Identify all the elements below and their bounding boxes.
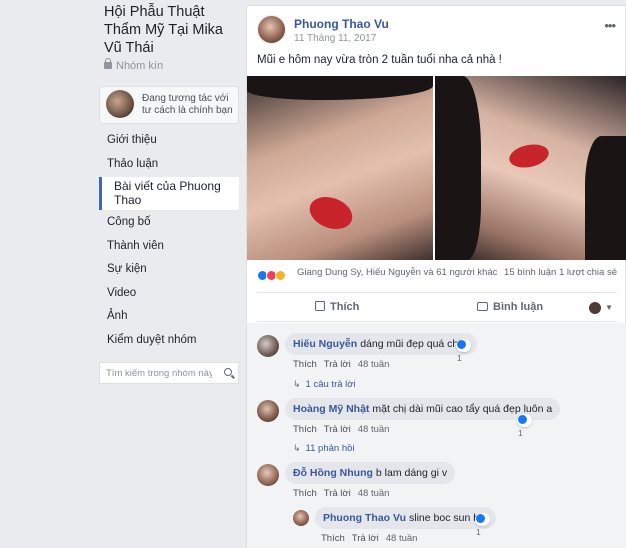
comment-meta: Thích Trả lời 48 tuần: [321, 533, 424, 544]
comments-list: Hiếu Nguyễn dáng mũi đẹp quá chị ạ 1 Thíc…: [247, 323, 626, 548]
view-replies-label: 1 câu trả lời: [305, 379, 356, 390]
more-options-icon[interactable]: •••: [604, 18, 616, 33]
author-avatar[interactable]: [257, 15, 286, 44]
nav-item-photos[interactable]: Ảnh: [99, 305, 239, 329]
group-sidebar: Hội Phẫu Thuật Thẩm Mỹ Tại Mika Vũ Thái …: [0, 0, 240, 548]
comment-time[interactable]: 48 tuần: [386, 533, 418, 544]
comment-reaction-count[interactable]: 1: [475, 513, 490, 537]
reply-arrow-icon: ↳: [293, 443, 301, 453]
like-reaction-icon: [518, 415, 527, 424]
action-bar: Thích Bình luận ▼: [257, 292, 617, 322]
group-privacy-label: Nhóm kín: [116, 60, 164, 72]
photo-hair-right: [585, 136, 626, 260]
comment-icon: [477, 302, 488, 311]
comment-author[interactable]: Hiếu Nguyễn: [293, 338, 357, 350]
avatar[interactable]: [257, 464, 279, 486]
reaction-names[interactable]: Giang Dung Sy, Hiếu Nguyễn và 61 người k…: [297, 267, 497, 278]
chevron-down-icon[interactable]: ▼: [605, 303, 613, 312]
post-photo-2[interactable]: [435, 76, 626, 260]
reactions-bar: Giang Dung Sy, Hiếu Nguyễn và 61 người k…: [247, 265, 626, 283]
avatar[interactable]: [257, 335, 279, 357]
like-reaction-icon: [457, 340, 466, 349]
avatar[interactable]: [293, 510, 309, 526]
reaction-count: 1: [457, 353, 462, 363]
group-title[interactable]: Hội Phẫu Thuật Thẩm Mỹ Tại Mika Vũ Thái: [104, 3, 238, 57]
reaction-icons[interactable]: [257, 267, 286, 285]
comment-time[interactable]: 48 tuần: [358, 488, 390, 499]
comment-like-link[interactable]: Thích: [321, 533, 345, 544]
reaction-count: 1: [518, 428, 523, 438]
comment-time[interactable]: 48 tuần: [358, 424, 390, 435]
view-replies-link[interactable]: ↳ 11 phản hồi: [293, 443, 355, 454]
nav-item-user-posts[interactable]: Bài viết của Phuong Thao: [99, 177, 239, 210]
avatar[interactable]: [257, 400, 279, 422]
comment-like-link[interactable]: Thích: [293, 488, 317, 499]
comment-author[interactable]: Đỗ Hồng Nhung: [293, 467, 373, 479]
comment-reply-link[interactable]: Trả lời: [324, 488, 351, 499]
post-timestamp[interactable]: 11 Tháng 11, 2017: [294, 33, 376, 44]
comment-bubble: Hiếu Nguyễn dáng mũi đẹp quá chị ạ: [285, 333, 478, 355]
view-replies-label: 11 phản hồi: [305, 443, 355, 454]
comment-meta: Thích Trả lời 48 tuần: [293, 359, 396, 370]
comment-reply-link[interactable]: Trả lời: [324, 359, 351, 370]
photo-hair: [247, 76, 433, 100]
like-button[interactable]: Thích: [315, 301, 359, 313]
post-author[interactable]: Phuong Thao Vu: [294, 17, 389, 31]
group-privacy: Nhóm kín: [104, 58, 164, 72]
comment-label: Bình luận: [493, 301, 544, 313]
photo-lips: [507, 141, 551, 171]
like-reaction-icon: [476, 514, 485, 523]
nav-item-about[interactable]: Giới thiệu: [99, 129, 239, 153]
comment-bubble: Đỗ Hồng Nhung b lam dáng gi v: [285, 462, 456, 484]
comment-reply-link[interactable]: Trả lời: [324, 424, 351, 435]
nav-item-announcements[interactable]: Công bố: [99, 211, 239, 235]
comment-bubble: Phuong Thao Vu sline boc sun b a: [315, 507, 496, 529]
comment-button[interactable]: Bình luận: [477, 301, 543, 313]
nav-item-events[interactable]: Sự kiện: [99, 258, 239, 282]
comment-like-link[interactable]: Thích: [293, 359, 317, 370]
nav-item-members[interactable]: Thành viên: [99, 235, 239, 259]
acting-as-box[interactable]: Đang tương tác với tư cách là chính bạn: [99, 86, 239, 124]
comment-meta: Thích Trả lời 48 tuần: [293, 424, 396, 435]
comment-text: dáng mũi đẹp quá chị ạ: [360, 338, 470, 350]
nav-item-video[interactable]: Video: [99, 282, 239, 306]
comment-like-link[interactable]: Thích: [293, 424, 317, 435]
photo-hair-left: [435, 76, 481, 260]
thumbs-up-icon: [315, 301, 325, 311]
group-nav: Giới thiệu Thảo luận Bài viết của Phuong…: [99, 129, 239, 352]
comment-reaction-count[interactable]: 1: [517, 414, 532, 438]
reply-arrow-icon: ↳: [293, 379, 301, 389]
comment-time[interactable]: 48 tuần: [358, 359, 390, 370]
comment-author[interactable]: Hoàng Mỹ Nhật: [293, 403, 369, 415]
wow-reaction-icon: [275, 270, 286, 282]
comment-reply-link[interactable]: Trả lời: [352, 533, 379, 544]
nav-item-discussion[interactable]: Thảo luận: [99, 153, 239, 177]
nav-item-moderation[interactable]: Kiểm duyệt nhóm: [99, 329, 239, 353]
comment-meta: Thích Trả lời 48 tuần: [293, 488, 396, 499]
comment-text: b lam dáng gi v: [375, 467, 448, 479]
avatar: [106, 90, 134, 118]
post-text: Mũi e hôm nay vừa tròn 2 tuần tuổi nha c…: [257, 54, 502, 66]
acting-avatar-selector[interactable]: [589, 302, 601, 314]
post-card: Phuong Thao Vu 11 Tháng 11, 2017 ••• Mũi…: [246, 5, 626, 548]
acting-as-text: Đang tương tác với tư cách là chính bạn: [142, 93, 233, 116]
comment-author[interactable]: Phuong Thao Vu: [323, 512, 406, 524]
reaction-count: 1: [476, 527, 481, 537]
group-search-input[interactable]: [100, 363, 212, 384]
post-photo-1[interactable]: [247, 76, 433, 260]
photo-lips: [305, 191, 357, 235]
like-label: Thích: [330, 301, 360, 313]
group-search: [99, 362, 239, 384]
comment-share-counts[interactable]: 15 bình luận 1 lượt chia sẻ: [504, 267, 617, 278]
comment-reaction-count[interactable]: 1: [456, 339, 471, 363]
search-icon[interactable]: [224, 368, 232, 376]
lock-icon: [104, 58, 112, 69]
view-replies-link[interactable]: ↳ 1 câu trả lời: [293, 379, 356, 390]
